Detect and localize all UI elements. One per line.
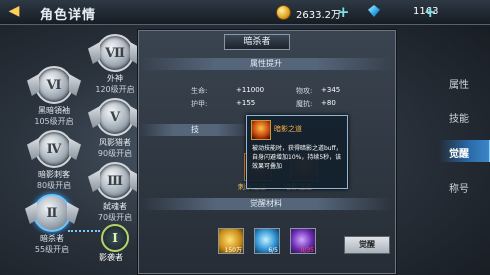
gold-coin-icon [276,5,291,20]
tab-skills[interactable]: 技能 [449,110,469,125]
badge-tier-5[interactable]: Ⅴ 风影猎者 90级开启 [93,98,137,159]
blue-crystal-icon[interactable]: 6/5 [254,228,280,254]
tab-titles[interactable]: 称号 [449,180,469,195]
badge-level: 90级开启 [97,149,133,158]
material-count: 0/35 [300,247,314,254]
stat-label-attack: 物攻: [296,87,313,95]
add-gem-icon[interactable]: + [424,5,437,20]
stat-value-armor: +155 [236,99,256,107]
stat-value-hp: +11000 [236,86,265,94]
material-count: 150万 [224,247,242,254]
selected-tier-name: 影袭者 [99,253,123,262]
badge-level: 55级开启 [34,245,70,254]
purple-crystal-icon[interactable]: 0/35 [290,228,316,254]
stat-value-magic-resist: +80 [321,99,336,107]
badge-name: 弑魂者 [103,202,127,211]
tooltip-skill-name: 暗影之道 [274,125,302,133]
badge-tier-4[interactable]: Ⅳ 暗影刺客 80级开启 [33,130,75,191]
tier-3-emblem-icon: Ⅲ [96,162,134,200]
badge-tier-7[interactable]: Ⅶ 外神 120级开启 [93,34,137,95]
badge-tier-6[interactable]: Ⅵ 黑暗領袖 105级开启 [30,66,78,127]
gold-amount: 2633.2万 [296,10,341,21]
badge-level: 105级开启 [34,117,74,126]
material-count: 6/5 [268,247,278,254]
stat-label-magic-resist: 魔抗: [296,100,313,108]
tab-awaken[interactable]: 觉醒 [449,145,469,160]
badge-name: 暗影刺客 [38,170,70,179]
gold-pile-icon[interactable]: 150万 [218,228,244,254]
tier-4-emblem-icon: Ⅳ [35,130,73,168]
badge-level: 80级开启 [36,181,72,190]
badge-name: 风影猎者 [99,138,131,147]
badge-name: 暗杀者 [40,234,64,243]
diamond-icon [368,5,380,17]
shadow-way-skill-icon [251,120,271,140]
badge-tier-2[interactable]: Ⅱ 暗杀者 55级开启 [30,194,74,255]
attribute-section-header: 属性提升 [140,58,392,70]
tier-6-emblem-icon: Ⅵ [35,66,73,104]
stat-label-armor: 护甲: [191,100,208,108]
badge-level: 120级开启 [95,85,135,94]
tier-2-emblem-icon: Ⅱ [33,194,71,232]
materials-section-header: 觉醒材料 [140,198,392,210]
badge-name: 黑暗領袖 [38,106,70,115]
badge-name: 外神 [107,74,123,83]
tooltip-description: 被动技能时，获得暗影之道buff，自身闪避增加10%，持续5秒，该效果可叠加 [252,145,342,170]
skill-tooltip: 暗影之道 被动技能时，获得暗影之道buff，自身闪避增加10%，持续5秒，该效果… [246,115,348,189]
top-bar: ◀ 角色详情 2633.2万 + 1163 + [0,0,490,25]
stat-value-attack: +345 [321,86,341,94]
badge-level: 70级开启 [97,213,133,222]
tier-7-emblem-icon: Ⅶ [96,34,134,72]
skill-section-header: 技 [140,124,250,136]
tier-5-emblem-icon: Ⅴ [96,98,134,136]
awaken-button[interactable]: 觉醒 [344,236,390,254]
page-title: 角色详情 [40,8,97,23]
selected-tier-emblem-icon[interactable]: Ⅰ [101,224,129,252]
hero-class-name: 暗杀者 [224,34,290,50]
badge-tier-3[interactable]: Ⅲ 弑魂者 70级开启 [93,162,137,223]
add-gold-icon[interactable]: + [337,5,350,20]
back-icon[interactable]: ◀ [5,3,23,20]
path-connector [68,230,100,232]
stat-label-hp: 生命: [191,87,208,95]
tab-attributes[interactable]: 属性 [449,76,469,91]
